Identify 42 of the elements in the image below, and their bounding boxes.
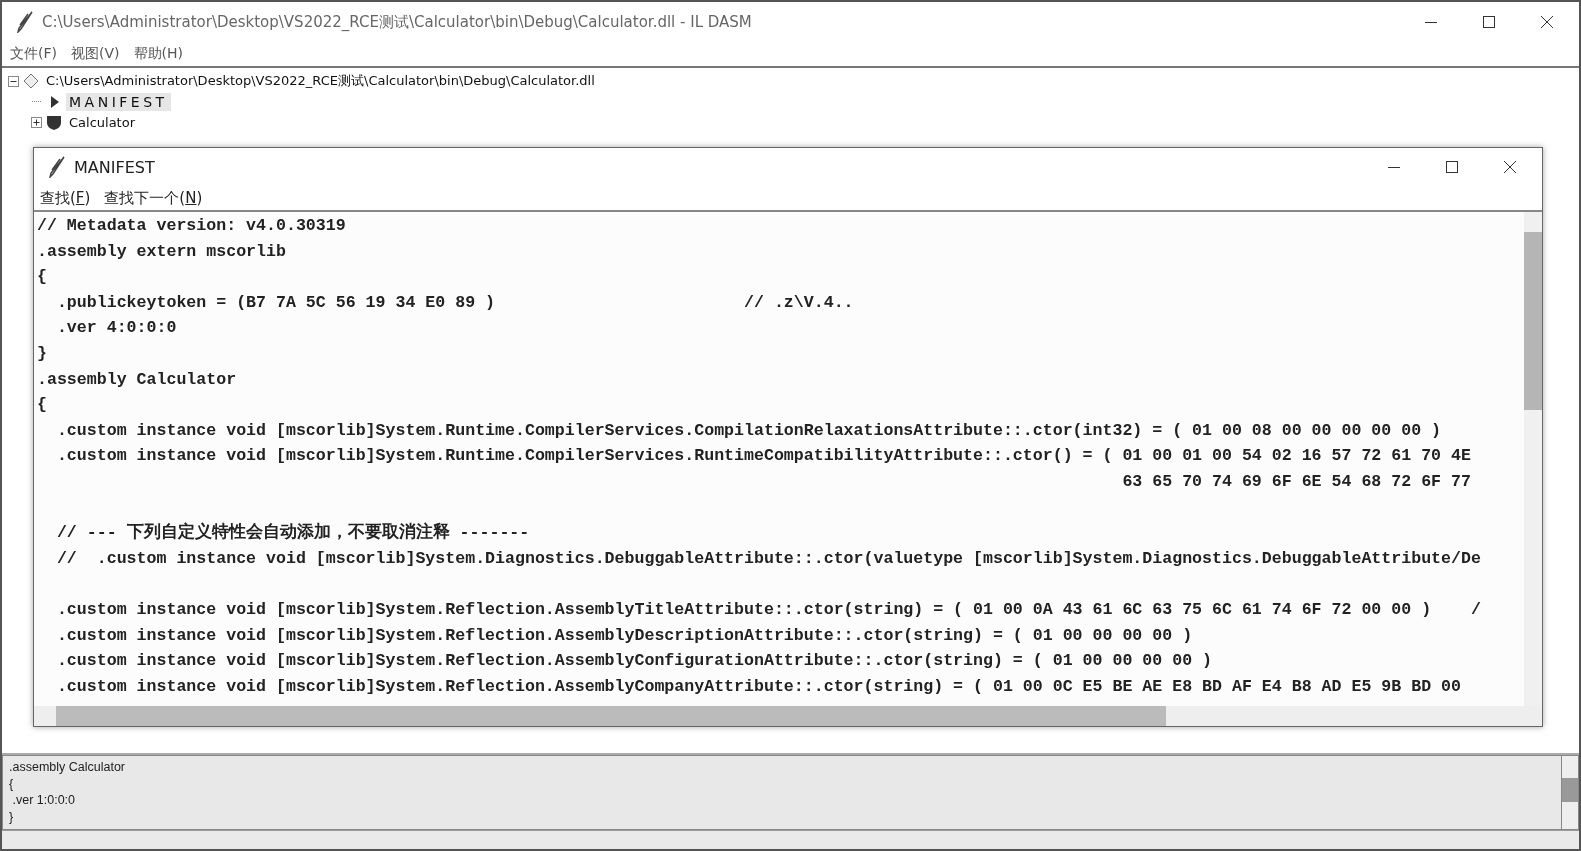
- diamond-icon: [23, 73, 39, 90]
- code-line: // --- 下列自定义特性会自动添加，不要取消注释 -------: [55, 521, 531, 545]
- code-line: // .custom instance void [mscorlib]System.Diagnostics.DebuggableAttribute::.ctor(valuetype [mscorlib]System.Diagnostics.DebuggableAttribute/De: [55, 547, 1482, 570]
- menu-item[interactable]: 文件(F): [6, 45, 65, 63]
- horizontal-scrollbar[interactable]: [34, 706, 1542, 726]
- code-line: {: [37, 266, 48, 289]
- menu-item[interactable]: 查找(F): [36, 188, 101, 208]
- maximize-icon: [1483, 16, 1495, 28]
- output-pane: .assembly Calculator { .ver 1:0:0:0 }: [2, 755, 1561, 830]
- code-line: .custom instance void [mscorlib]System.Reflection.AssemblyTitleAttribute::.ctor(string) = ( 01 00 0A 43 61 6C 63 75 6C 61 74 6F 72 00 00 ) /: [55, 598, 1482, 621]
- code-line: 63 65 70 74 69 6F 6E 54 68 72 6F 77: [1121, 470, 1472, 493]
- close-icon: [1504, 161, 1516, 173]
- collapse-icon[interactable]: [8, 75, 19, 87]
- pen-icon: [16, 11, 34, 33]
- code-line: .custom instance void [mscorlib]System.Runtime.CompilerServices.CompilationRelaxationsAttribute::.ctor(int32) = ( 01 00 08 00 00 00 00 00 ): [55, 419, 1443, 442]
- shield-icon: [46, 114, 62, 131]
- tree-item[interactable]: MANIFEST: [66, 92, 171, 111]
- code-line: }: [37, 342, 48, 365]
- code-line: .custom instance void [mscorlib]System.Reflection.AssemblyCompanyAttribute::.ctor(string) = ( 01 00 0C E5 BE AE E8 BD AF E4 B8 AD E5 9B BD 00: [55, 675, 1462, 698]
- maximize-icon: [1446, 161, 1458, 173]
- pen-icon: [48, 156, 66, 178]
- vertical-scrollbar[interactable]: [1561, 755, 1579, 830]
- code-line: {: [37, 394, 48, 417]
- window-title: C:\Users\Administrator\Desktop\VS2022_RCE测试\Calculator\bin\Debug\Calculator.dll - IL DASM: [42, 12, 753, 32]
- code-line: .ver 4:0:0:0: [55, 317, 178, 340]
- window-title: MANIFEST: [74, 157, 156, 177]
- code-line: .publickeytoken = (B7 7A 5C 56 19 34 E0 89 ) // .z\V.4..: [55, 291, 855, 314]
- vertical-scrollbar[interactable]: [1524, 212, 1542, 706]
- horizontal-scrollbar[interactable]: [2, 831, 1579, 849]
- code-line: .assembly extern mscorlib: [37, 240, 287, 263]
- tree-item[interactable]: C:\Users\Administrator\Desktop\VS2022_RCE测试\Calculator\bin\Debug\Calculator.dll: [43, 71, 598, 92]
- close-icon: [1541, 16, 1553, 28]
- menu-item[interactable]: 帮助(H): [129, 45, 191, 63]
- code-line: .custom instance void [mscorlib]System.Reflection.AssemblyConfigurationAttribute::.ctor(string) = ( 01 00 00 00 00 ): [55, 650, 1214, 673]
- expand-icon[interactable]: [31, 116, 42, 128]
- code-line: .assembly Calculator: [37, 368, 238, 391]
- code-line: .custom instance void [mscorlib]System.Runtime.CompilerServices.RuntimeCompatibilityAttribute::.ctor() = ( 01 00 01 00 54 02 16 57 72 61 70 4E: [55, 445, 1472, 468]
- code-line: .custom instance void [mscorlib]System.Reflection.AssemblyDescriptionAttribute::.ctor(string) = ( 01 00 00 00 00 ): [55, 624, 1194, 647]
- tree-item[interactable]: Calculator: [66, 113, 138, 131]
- menu-item[interactable]: 查找下一个(N): [100, 188, 213, 208]
- code-line: // Metadata version: v4.0.30319: [37, 215, 347, 237]
- menu-item[interactable]: 视图(V): [67, 45, 128, 63]
